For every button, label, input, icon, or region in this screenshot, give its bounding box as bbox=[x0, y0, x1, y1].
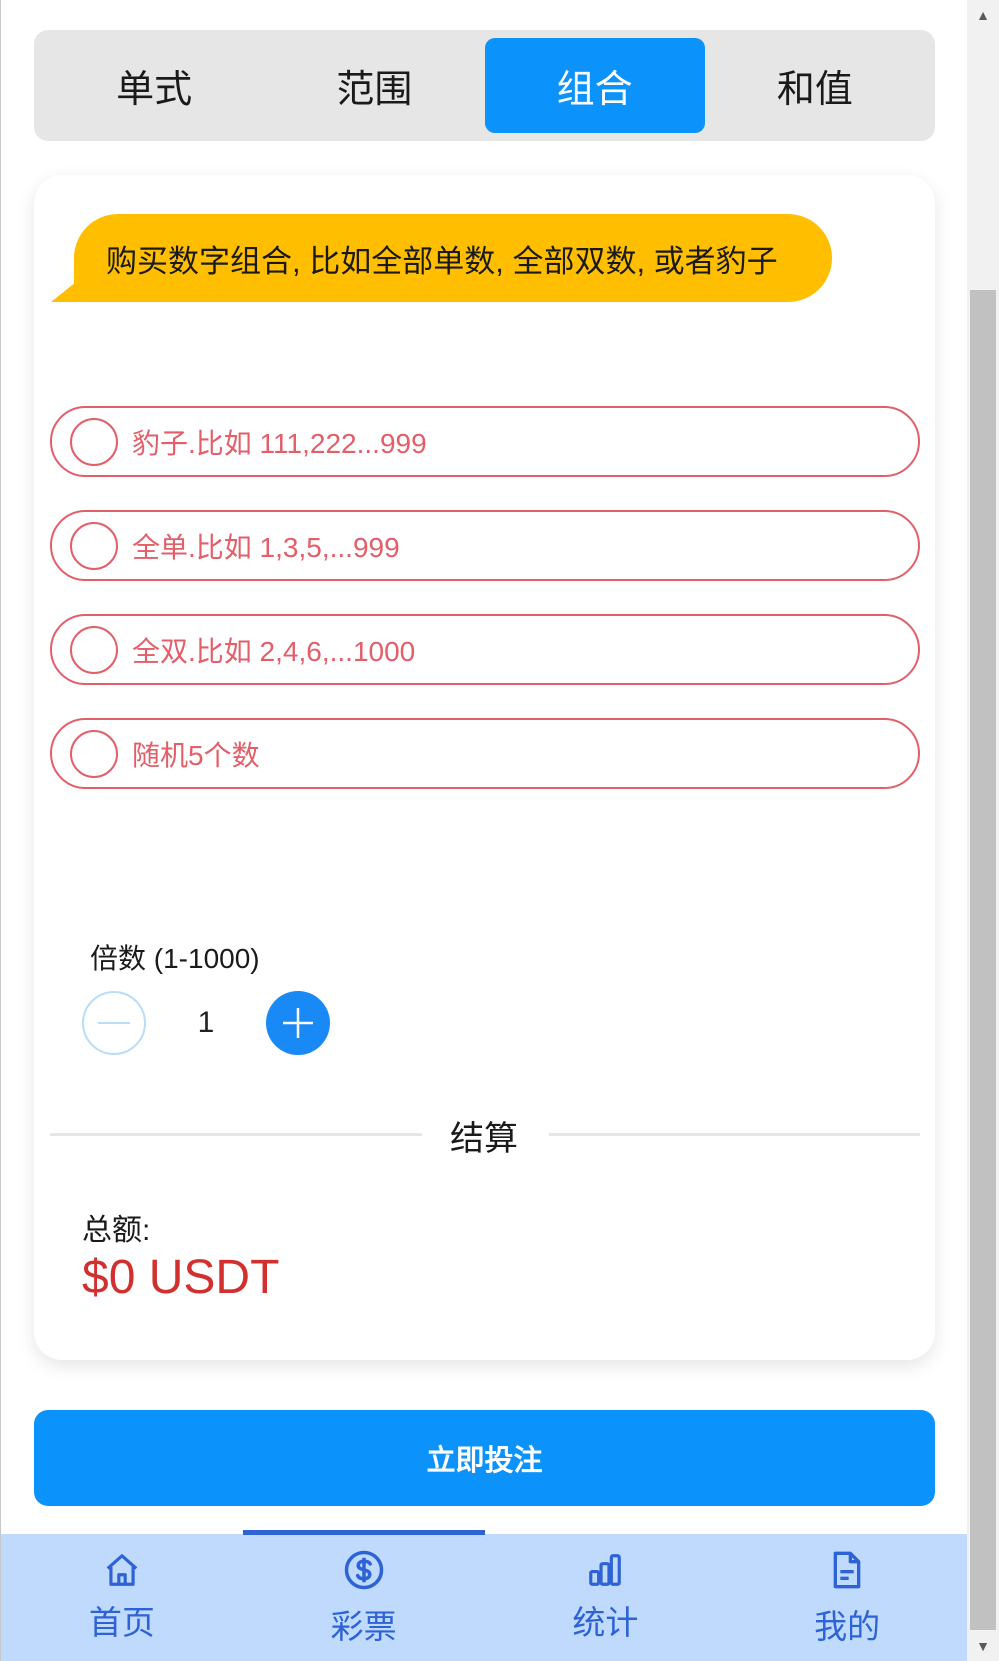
dollar-circle-icon bbox=[344, 1550, 383, 1590]
option-label: 全双.比如 2,4,6,...1000 bbox=[132, 635, 416, 667]
scroll-up-arrow-icon[interactable]: ▲ bbox=[967, 0, 999, 30]
nav-label: 彩票 bbox=[330, 1608, 397, 1645]
tab-single[interactable]: 单式 bbox=[44, 38, 264, 133]
tab-sum[interactable]: 和值 bbox=[705, 38, 925, 133]
option-label: 随机5个数 bbox=[132, 739, 260, 771]
option-all-odd[interactable]: 全单.比如 1,3,5,...999 bbox=[50, 510, 920, 581]
nav-item-home[interactable]: 首页 bbox=[1, 1534, 243, 1661]
decrement-button[interactable] bbox=[82, 991, 146, 1055]
bar-chart-icon bbox=[589, 1554, 622, 1586]
active-indicator bbox=[242, 1530, 485, 1535]
increment-button[interactable] bbox=[266, 991, 330, 1055]
place-bet-button[interactable]: 立即投注 bbox=[34, 1410, 935, 1506]
nav-label: 我的 bbox=[814, 1608, 881, 1645]
minus-icon bbox=[98, 1022, 130, 1024]
bet-card: 购买数字组合, 比如全部单数, 全部双数, 或者豹子 豹子.比如 111,222… bbox=[34, 175, 935, 1360]
radio-circle[interactable] bbox=[70, 521, 118, 570]
radio-circle[interactable] bbox=[70, 625, 118, 674]
nav-item-profile[interactable]: 我的 bbox=[726, 1534, 968, 1661]
total-label: 总额: bbox=[82, 1214, 151, 1247]
nav-label: 首页 bbox=[88, 1604, 155, 1641]
nav-item-lottery[interactable]: 彩票 bbox=[242, 1530, 485, 1661]
bet-type-tabs: 单式 范围 组合 和值 bbox=[34, 30, 935, 141]
option-label: 全单.比如 1,3,5,...999 bbox=[132, 531, 400, 563]
divider-line-right bbox=[549, 1133, 920, 1136]
home-icon bbox=[106, 1554, 138, 1586]
option-all-even[interactable]: 全双.比如 2,4,6,...1000 bbox=[50, 614, 920, 685]
option-triple[interactable]: 豹子.比如 111,222...999 bbox=[50, 406, 920, 477]
nav-item-stats[interactable]: 统计 bbox=[485, 1534, 727, 1661]
radio-circle[interactable] bbox=[70, 729, 118, 778]
page: 单式 范围 组合 和值 购买数字组合, 比如全部单数, 全部双数, 或者豹子 豹… bbox=[0, 0, 968, 1661]
tab-range[interactable]: 范围 bbox=[264, 38, 484, 133]
total-value: $0 USDT bbox=[82, 1251, 280, 1304]
bottom-nav: 首页 彩票 统计 我的 bbox=[1, 1530, 968, 1661]
multiplier-value[interactable]: 1 bbox=[146, 1006, 266, 1040]
scrollbar[interactable]: ▲ ▼ bbox=[967, 0, 999, 1661]
document-icon bbox=[833, 1551, 861, 1589]
option-random-five[interactable]: 随机5个数 bbox=[50, 718, 920, 789]
scrollbar-thumb[interactable] bbox=[970, 290, 996, 1630]
multiplier-label: 倍数 (1-1000) bbox=[90, 943, 260, 974]
settlement-divider-label: 结算 bbox=[450, 1120, 518, 1158]
plus-icon bbox=[283, 1008, 313, 1038]
radio-circle[interactable] bbox=[70, 417, 118, 466]
hint-text: 购买数字组合, 比如全部单数, 全部双数, 或者豹子 bbox=[106, 243, 778, 279]
option-label: 豹子.比如 111,222...999 bbox=[132, 427, 427, 459]
hint-bubble: 购买数字组合, 比如全部单数, 全部双数, 或者豹子 bbox=[74, 214, 832, 302]
combination-options: 豹子.比如 111,222...999 全单.比如 1,3,5,...999 全… bbox=[50, 406, 920, 822]
multiplier-stepper: 1 bbox=[82, 991, 330, 1055]
nav-label: 统计 bbox=[572, 1604, 639, 1641]
divider-line-left bbox=[50, 1133, 422, 1136]
tab-combination[interactable]: 组合 bbox=[484, 38, 705, 133]
scroll-down-arrow-icon[interactable]: ▼ bbox=[967, 1631, 999, 1661]
